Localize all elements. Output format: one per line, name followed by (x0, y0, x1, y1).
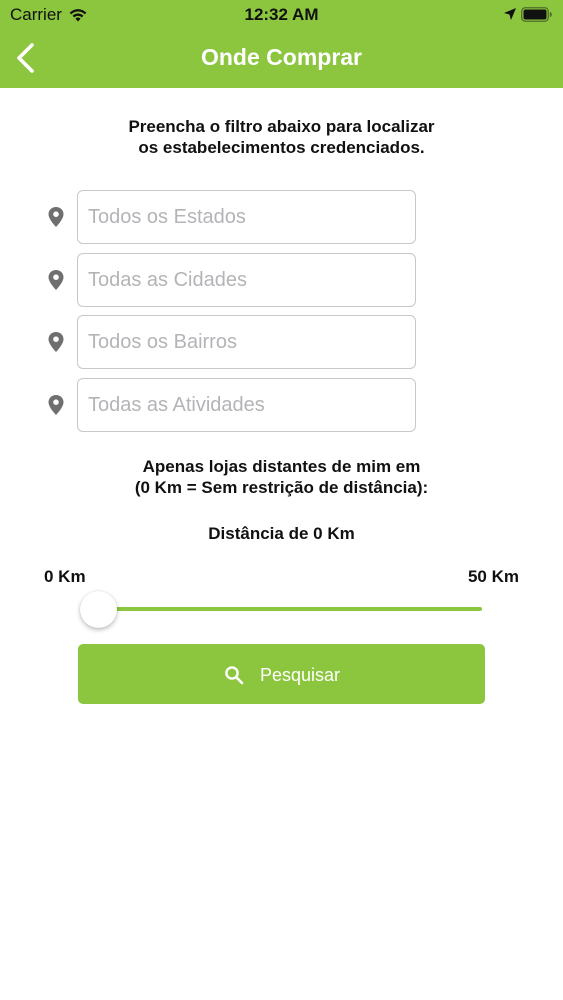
neighborhood-filter-row (0, 315, 563, 369)
status-bar: Carrier 12:32 AM (0, 0, 563, 30)
activity-filter-field[interactable] (77, 378, 416, 432)
city-filter-field[interactable] (77, 253, 416, 307)
distance-slider[interactable] (80, 590, 484, 630)
instructions-text: Preencha o filtro abaixo para localizar … (60, 116, 503, 158)
clock: 12:32 AM (244, 5, 319, 24)
instructions-line: Preencha o filtro abaixo para localizar (128, 117, 435, 136)
map-pin-icon (48, 207, 64, 227)
distance-value-label: Distância de 0 Km (208, 524, 355, 543)
slider-min-label: 0 Km (44, 567, 86, 586)
neighborhood-filter-field[interactable] (77, 315, 416, 369)
map-pin-icon (48, 332, 64, 352)
distance-note: Apenas lojas distantes de mim em (0 Km =… (60, 456, 503, 498)
activity-filter-row (0, 378, 563, 432)
slider-track[interactable] (98, 607, 482, 611)
search-button-label: Pesquisar (260, 665, 341, 685)
map-pin-icon (48, 270, 64, 290)
page-title: Onde Comprar (200, 44, 363, 70)
distance-note-line: (0 Km = Sem restrição de distância): (134, 478, 429, 497)
battery-icon (521, 7, 552, 22)
search-button[interactable]: Pesquisar (78, 644, 485, 704)
city-filter-row (0, 253, 563, 307)
instructions-line: os estabelecimentos credenciados. (138, 138, 425, 157)
state-filter-field[interactable] (77, 190, 416, 244)
search-icon (225, 666, 244, 685)
slider-thumb[interactable] (80, 591, 117, 628)
slider-max-label: 50 Km (467, 567, 519, 586)
distance-note-line: Apenas lojas distantes de mim em (142, 457, 421, 476)
header-bar: Carrier 12:32 AM Onde Comprar (0, 0, 563, 88)
state-filter-row (0, 190, 563, 244)
map-pin-icon (48, 395, 64, 415)
location-arrow-icon (504, 8, 516, 20)
